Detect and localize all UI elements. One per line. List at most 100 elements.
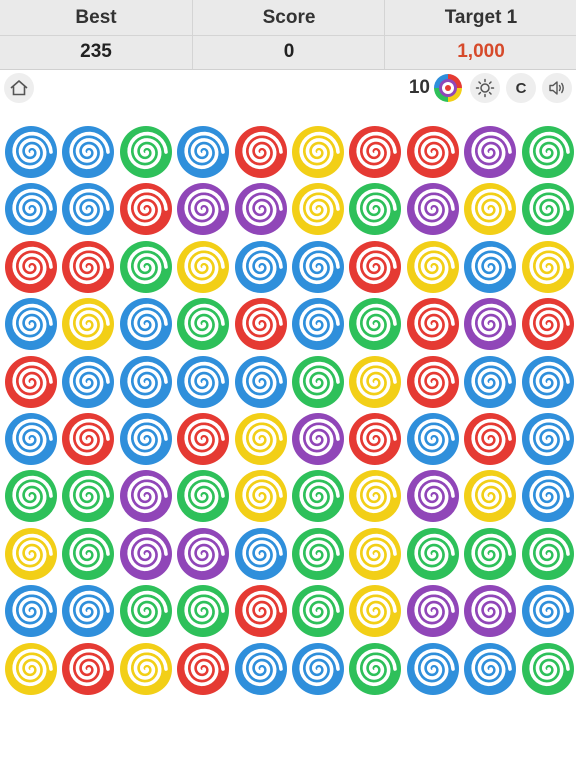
- swirl-tile-purple[interactable]: [290, 411, 346, 467]
- swirl-tile-blue[interactable]: [405, 411, 461, 467]
- swirl-tile-blue[interactable]: [290, 641, 346, 697]
- swirl-tile-green[interactable]: [520, 526, 576, 582]
- swirl-tile-red[interactable]: [3, 239, 59, 295]
- swirl-tile-blue[interactable]: [520, 354, 576, 410]
- swirl-tile-red[interactable]: [118, 181, 174, 237]
- swirl-tile-purple[interactable]: [405, 468, 461, 524]
- swirl-tile-green[interactable]: [290, 526, 346, 582]
- swirl-tile-green[interactable]: [60, 526, 116, 582]
- swirl-tile-purple[interactable]: [462, 296, 518, 352]
- swirl-tile-yellow[interactable]: [347, 583, 403, 639]
- swirl-tile-blue[interactable]: [233, 526, 289, 582]
- sound-button[interactable]: [542, 73, 572, 103]
- swirl-tile-blue[interactable]: [3, 583, 59, 639]
- swirl-tile-red[interactable]: [405, 124, 461, 180]
- swirl-tile-green[interactable]: [290, 354, 346, 410]
- swirl-tile-green[interactable]: [520, 641, 576, 697]
- swirl-tile-blue[interactable]: [60, 354, 116, 410]
- swirl-tile-purple[interactable]: [233, 181, 289, 237]
- swirl-tile-blue[interactable]: [290, 296, 346, 352]
- swirl-tile-green[interactable]: [347, 296, 403, 352]
- swirl-tile-red[interactable]: [233, 296, 289, 352]
- swirl-tile-yellow[interactable]: [233, 411, 289, 467]
- swirl-tile-red[interactable]: [60, 411, 116, 467]
- swirl-tile-purple[interactable]: [462, 583, 518, 639]
- swirl-tile-blue[interactable]: [405, 641, 461, 697]
- swirl-tile-green[interactable]: [347, 641, 403, 697]
- swirl-tile-blue[interactable]: [3, 181, 59, 237]
- swirl-tile-purple[interactable]: [405, 181, 461, 237]
- swirl-tile-red[interactable]: [175, 411, 231, 467]
- swirl-tile-green[interactable]: [520, 124, 576, 180]
- swirl-tile-green[interactable]: [118, 583, 174, 639]
- swirl-tile-yellow[interactable]: [462, 181, 518, 237]
- swirl-tile-blue[interactable]: [60, 124, 116, 180]
- swirl-tile-blue[interactable]: [462, 354, 518, 410]
- swirl-tile-green[interactable]: [175, 468, 231, 524]
- swirl-tile-yellow[interactable]: [118, 641, 174, 697]
- swirl-tile-blue[interactable]: [462, 641, 518, 697]
- swirl-tile-blue[interactable]: [462, 239, 518, 295]
- swirl-tile-yellow[interactable]: [347, 354, 403, 410]
- swirl-tile-green[interactable]: [3, 468, 59, 524]
- swirl-tile-purple[interactable]: [175, 181, 231, 237]
- swirl-tile-green[interactable]: [347, 181, 403, 237]
- swirl-tile-green[interactable]: [520, 181, 576, 237]
- swirl-tile-blue[interactable]: [3, 411, 59, 467]
- swirl-tile-blue[interactable]: [290, 239, 346, 295]
- swirl-tile-blue[interactable]: [3, 124, 59, 180]
- swirl-tile-yellow[interactable]: [405, 239, 461, 295]
- swirl-tile-blue[interactable]: [118, 354, 174, 410]
- swirl-tile-purple[interactable]: [175, 526, 231, 582]
- swirl-tile-purple[interactable]: [118, 468, 174, 524]
- swirl-tile-red[interactable]: [3, 354, 59, 410]
- swirl-tile-blue[interactable]: [118, 296, 174, 352]
- swirl-tile-blue[interactable]: [233, 354, 289, 410]
- swirl-tile-red[interactable]: [60, 239, 116, 295]
- swirl-tile-green[interactable]: [462, 526, 518, 582]
- swirl-tile-blue[interactable]: [175, 124, 231, 180]
- swirl-tile-red[interactable]: [520, 296, 576, 352]
- swirl-tile-blue[interactable]: [3, 296, 59, 352]
- swirl-tile-purple[interactable]: [462, 124, 518, 180]
- swirl-tile-green[interactable]: [118, 124, 174, 180]
- swirl-tile-blue[interactable]: [233, 641, 289, 697]
- swirl-tile-green[interactable]: [405, 526, 461, 582]
- swirl-tile-yellow[interactable]: [347, 468, 403, 524]
- swirl-tile-red[interactable]: [405, 296, 461, 352]
- swirl-tile-red[interactable]: [405, 354, 461, 410]
- swirl-tile-blue[interactable]: [520, 468, 576, 524]
- swirl-tile-blue[interactable]: [175, 354, 231, 410]
- swirl-tile-green[interactable]: [60, 468, 116, 524]
- swirl-tile-yellow[interactable]: [462, 468, 518, 524]
- swirl-tile-blue[interactable]: [60, 583, 116, 639]
- swirl-tile-blue[interactable]: [233, 239, 289, 295]
- swirl-tile-red[interactable]: [347, 124, 403, 180]
- swirl-tile-yellow[interactable]: [3, 526, 59, 582]
- swirl-tile-purple[interactable]: [405, 583, 461, 639]
- brightness-button[interactable]: [470, 73, 500, 103]
- swirl-tile-red[interactable]: [347, 239, 403, 295]
- swirl-tile-red[interactable]: [462, 411, 518, 467]
- swirl-tile-purple[interactable]: [118, 526, 174, 582]
- swirl-tile-yellow[interactable]: [3, 641, 59, 697]
- swirl-tile-yellow[interactable]: [290, 124, 346, 180]
- swirl-tile-red[interactable]: [233, 124, 289, 180]
- swirl-tile-red[interactable]: [233, 583, 289, 639]
- swirl-tile-red[interactable]: [347, 411, 403, 467]
- swirl-tile-yellow[interactable]: [233, 468, 289, 524]
- swirl-tile-blue[interactable]: [60, 181, 116, 237]
- swirl-tile-red[interactable]: [175, 641, 231, 697]
- swirl-tile-green[interactable]: [290, 583, 346, 639]
- swirl-tile-green[interactable]: [290, 468, 346, 524]
- swirl-tile-yellow[interactable]: [290, 181, 346, 237]
- swirl-tile-green[interactable]: [118, 239, 174, 295]
- swirl-tile-yellow[interactable]: [175, 239, 231, 295]
- swirl-tile-green[interactable]: [175, 583, 231, 639]
- swirl-tile-blue[interactable]: [520, 411, 576, 467]
- swirl-tile-yellow[interactable]: [60, 296, 116, 352]
- c-button[interactable]: C: [506, 73, 536, 103]
- swirl-tile-blue[interactable]: [118, 411, 174, 467]
- swirl-tile-green[interactable]: [175, 296, 231, 352]
- swirl-tile-red[interactable]: [60, 641, 116, 697]
